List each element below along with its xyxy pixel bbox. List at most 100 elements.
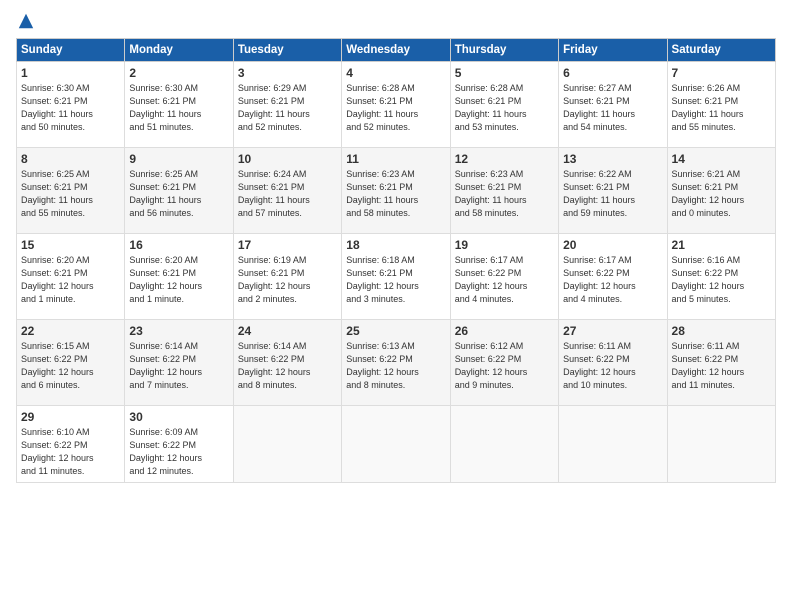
day-info: Sunrise: 6:20 AMSunset: 6:21 PMDaylight:… <box>21 255 94 304</box>
day-number: 18 <box>346 238 445 252</box>
calendar-cell: 25 Sunrise: 6:13 AMSunset: 6:22 PMDaylig… <box>342 320 450 406</box>
col-header-sunday: Sunday <box>17 39 125 62</box>
day-info: Sunrise: 6:25 AMSunset: 6:21 PMDaylight:… <box>129 169 201 218</box>
day-info: Sunrise: 6:11 AMSunset: 6:22 PMDaylight:… <box>563 341 636 390</box>
calendar-cell: 30 Sunrise: 6:09 AMSunset: 6:22 PMDaylig… <box>125 406 233 483</box>
day-number: 29 <box>21 410 120 424</box>
col-header-wednesday: Wednesday <box>342 39 450 62</box>
calendar-header-row: SundayMondayTuesdayWednesdayThursdayFrid… <box>17 39 776 62</box>
day-info: Sunrise: 6:18 AMSunset: 6:21 PMDaylight:… <box>346 255 419 304</box>
day-info: Sunrise: 6:25 AMSunset: 6:21 PMDaylight:… <box>21 169 93 218</box>
calendar-cell: 22 Sunrise: 6:15 AMSunset: 6:22 PMDaylig… <box>17 320 125 406</box>
day-number: 23 <box>129 324 228 338</box>
day-info: Sunrise: 6:17 AMSunset: 6:22 PMDaylight:… <box>563 255 636 304</box>
day-info: Sunrise: 6:10 AMSunset: 6:22 PMDaylight:… <box>21 427 94 476</box>
calendar-cell: 3 Sunrise: 6:29 AMSunset: 6:21 PMDayligh… <box>233 62 341 148</box>
logo <box>16 12 35 30</box>
calendar-cell: 14 Sunrise: 6:21 AMSunset: 6:21 PMDaylig… <box>667 148 775 234</box>
day-number: 16 <box>129 238 228 252</box>
calendar-cell: 16 Sunrise: 6:20 AMSunset: 6:21 PMDaylig… <box>125 234 233 320</box>
calendar-cell <box>233 406 341 483</box>
calendar-cell: 19 Sunrise: 6:17 AMSunset: 6:22 PMDaylig… <box>450 234 558 320</box>
calendar-cell: 2 Sunrise: 6:30 AMSunset: 6:21 PMDayligh… <box>125 62 233 148</box>
day-info: Sunrise: 6:27 AMSunset: 6:21 PMDaylight:… <box>563 83 635 132</box>
logo-text <box>16 12 35 30</box>
day-number: 5 <box>455 66 554 80</box>
day-number: 9 <box>129 152 228 166</box>
calendar-cell: 29 Sunrise: 6:10 AMSunset: 6:22 PMDaylig… <box>17 406 125 483</box>
day-number: 6 <box>563 66 662 80</box>
calendar-cell: 1 Sunrise: 6:30 AMSunset: 6:21 PMDayligh… <box>17 62 125 148</box>
day-info: Sunrise: 6:23 AMSunset: 6:21 PMDaylight:… <box>455 169 527 218</box>
day-info: Sunrise: 6:13 AMSunset: 6:22 PMDaylight:… <box>346 341 419 390</box>
calendar-cell: 6 Sunrise: 6:27 AMSunset: 6:21 PMDayligh… <box>559 62 667 148</box>
day-info: Sunrise: 6:21 AMSunset: 6:21 PMDaylight:… <box>672 169 745 218</box>
calendar-cell: 13 Sunrise: 6:22 AMSunset: 6:21 PMDaylig… <box>559 148 667 234</box>
calendar-row-2: 8 Sunrise: 6:25 AMSunset: 6:21 PMDayligh… <box>17 148 776 234</box>
calendar-row-4: 22 Sunrise: 6:15 AMSunset: 6:22 PMDaylig… <box>17 320 776 406</box>
day-number: 30 <box>129 410 228 424</box>
day-number: 26 <box>455 324 554 338</box>
col-header-saturday: Saturday <box>667 39 775 62</box>
day-info: Sunrise: 6:29 AMSunset: 6:21 PMDaylight:… <box>238 83 310 132</box>
calendar-row-5: 29 Sunrise: 6:10 AMSunset: 6:22 PMDaylig… <box>17 406 776 483</box>
calendar-cell: 11 Sunrise: 6:23 AMSunset: 6:21 PMDaylig… <box>342 148 450 234</box>
page-container: SundayMondayTuesdayWednesdayThursdayFrid… <box>0 0 792 491</box>
day-number: 13 <box>563 152 662 166</box>
calendar-row-1: 1 Sunrise: 6:30 AMSunset: 6:21 PMDayligh… <box>17 62 776 148</box>
calendar-row-3: 15 Sunrise: 6:20 AMSunset: 6:21 PMDaylig… <box>17 234 776 320</box>
calendar-cell: 17 Sunrise: 6:19 AMSunset: 6:21 PMDaylig… <box>233 234 341 320</box>
calendar-cell: 23 Sunrise: 6:14 AMSunset: 6:22 PMDaylig… <box>125 320 233 406</box>
day-info: Sunrise: 6:28 AMSunset: 6:21 PMDaylight:… <box>346 83 418 132</box>
day-number: 8 <box>21 152 120 166</box>
header <box>16 12 776 30</box>
calendar-cell: 7 Sunrise: 6:26 AMSunset: 6:21 PMDayligh… <box>667 62 775 148</box>
calendar-cell: 20 Sunrise: 6:17 AMSunset: 6:22 PMDaylig… <box>559 234 667 320</box>
calendar-cell: 26 Sunrise: 6:12 AMSunset: 6:22 PMDaylig… <box>450 320 558 406</box>
day-number: 12 <box>455 152 554 166</box>
day-info: Sunrise: 6:28 AMSunset: 6:21 PMDaylight:… <box>455 83 527 132</box>
calendar-cell <box>559 406 667 483</box>
day-info: Sunrise: 6:24 AMSunset: 6:21 PMDaylight:… <box>238 169 310 218</box>
calendar-cell <box>342 406 450 483</box>
calendar-cell: 18 Sunrise: 6:18 AMSunset: 6:21 PMDaylig… <box>342 234 450 320</box>
day-number: 3 <box>238 66 337 80</box>
day-info: Sunrise: 6:14 AMSunset: 6:22 PMDaylight:… <box>238 341 311 390</box>
day-info: Sunrise: 6:23 AMSunset: 6:21 PMDaylight:… <box>346 169 418 218</box>
day-info: Sunrise: 6:15 AMSunset: 6:22 PMDaylight:… <box>21 341 94 390</box>
calendar-cell: 12 Sunrise: 6:23 AMSunset: 6:21 PMDaylig… <box>450 148 558 234</box>
calendar-cell: 8 Sunrise: 6:25 AMSunset: 6:21 PMDayligh… <box>17 148 125 234</box>
day-number: 22 <box>21 324 120 338</box>
calendar-cell: 27 Sunrise: 6:11 AMSunset: 6:22 PMDaylig… <box>559 320 667 406</box>
day-info: Sunrise: 6:19 AMSunset: 6:21 PMDaylight:… <box>238 255 311 304</box>
day-number: 1 <box>21 66 120 80</box>
col-header-tuesday: Tuesday <box>233 39 341 62</box>
day-info: Sunrise: 6:30 AMSunset: 6:21 PMDaylight:… <box>129 83 201 132</box>
day-number: 10 <box>238 152 337 166</box>
calendar-cell: 24 Sunrise: 6:14 AMSunset: 6:22 PMDaylig… <box>233 320 341 406</box>
calendar-cell <box>450 406 558 483</box>
day-info: Sunrise: 6:14 AMSunset: 6:22 PMDaylight:… <box>129 341 202 390</box>
day-info: Sunrise: 6:16 AMSunset: 6:22 PMDaylight:… <box>672 255 745 304</box>
day-number: 19 <box>455 238 554 252</box>
calendar-cell: 10 Sunrise: 6:24 AMSunset: 6:21 PMDaylig… <box>233 148 341 234</box>
day-info: Sunrise: 6:09 AMSunset: 6:22 PMDaylight:… <box>129 427 202 476</box>
calendar-cell: 5 Sunrise: 6:28 AMSunset: 6:21 PMDayligh… <box>450 62 558 148</box>
day-number: 15 <box>21 238 120 252</box>
day-info: Sunrise: 6:20 AMSunset: 6:21 PMDaylight:… <box>129 255 202 304</box>
day-number: 14 <box>672 152 771 166</box>
day-info: Sunrise: 6:17 AMSunset: 6:22 PMDaylight:… <box>455 255 528 304</box>
calendar-cell: 28 Sunrise: 6:11 AMSunset: 6:22 PMDaylig… <box>667 320 775 406</box>
col-header-thursday: Thursday <box>450 39 558 62</box>
day-number: 21 <box>672 238 771 252</box>
day-info: Sunrise: 6:26 AMSunset: 6:21 PMDaylight:… <box>672 83 744 132</box>
calendar-cell: 21 Sunrise: 6:16 AMSunset: 6:22 PMDaylig… <box>667 234 775 320</box>
day-info: Sunrise: 6:11 AMSunset: 6:22 PMDaylight:… <box>672 341 745 390</box>
col-header-friday: Friday <box>559 39 667 62</box>
day-number: 2 <box>129 66 228 80</box>
day-number: 11 <box>346 152 445 166</box>
calendar-table: SundayMondayTuesdayWednesdayThursdayFrid… <box>16 38 776 483</box>
day-info: Sunrise: 6:12 AMSunset: 6:22 PMDaylight:… <box>455 341 528 390</box>
calendar-cell: 4 Sunrise: 6:28 AMSunset: 6:21 PMDayligh… <box>342 62 450 148</box>
calendar-cell: 9 Sunrise: 6:25 AMSunset: 6:21 PMDayligh… <box>125 148 233 234</box>
